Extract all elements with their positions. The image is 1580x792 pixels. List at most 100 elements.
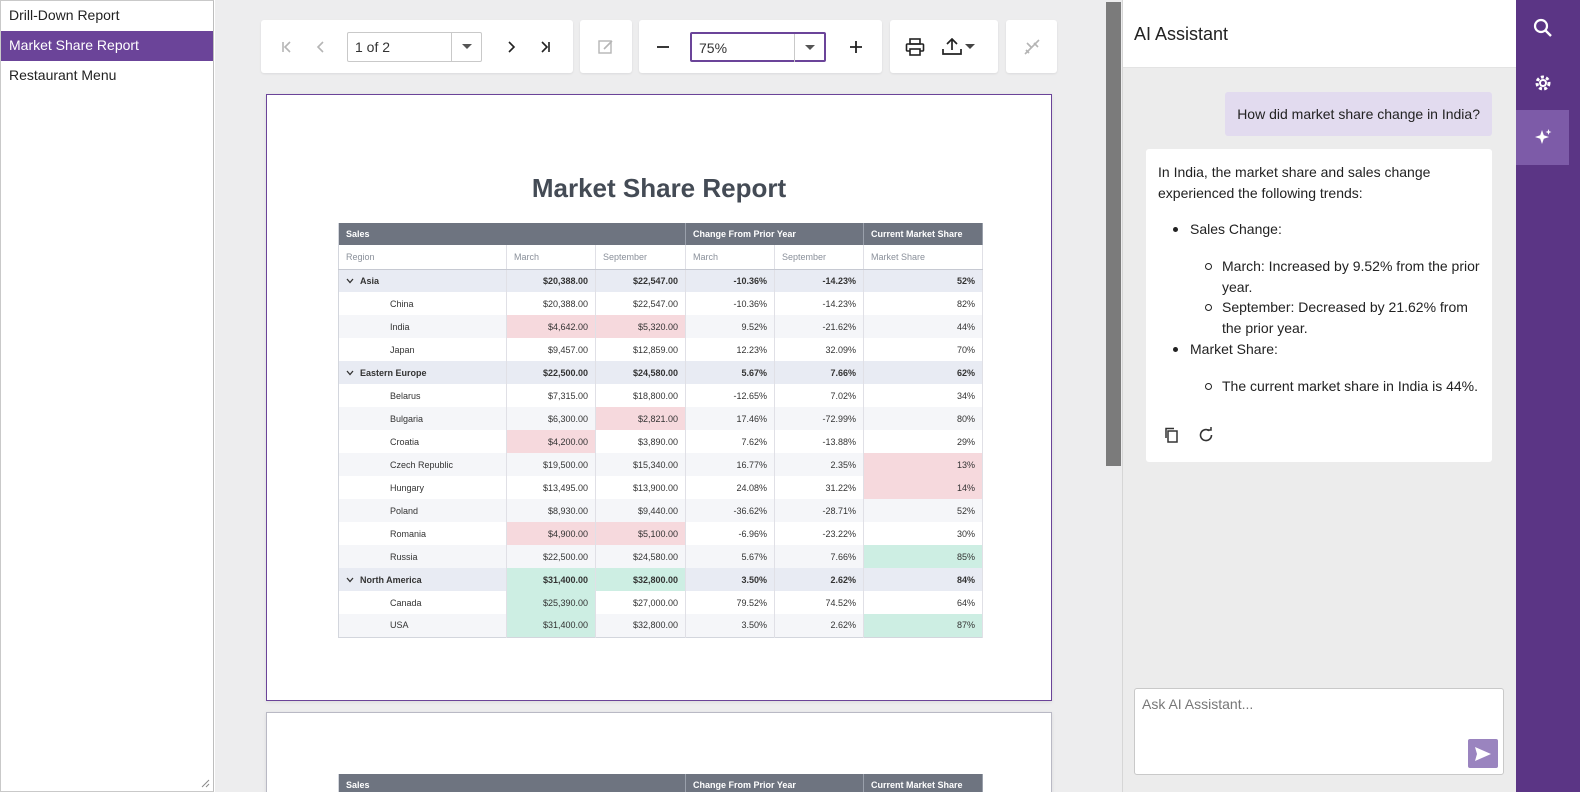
- country-name: Japan: [338, 338, 507, 361]
- cell-march: $7,315.00: [506, 384, 596, 407]
- viewer-scrollbar-thumb[interactable]: [1106, 2, 1121, 466]
- edit-fields-button[interactable]: [592, 33, 620, 61]
- table-row: Belarus $7,315.00 $18,800.00 -12.65% 7.02% 34…: [338, 384, 983, 407]
- chevron-down-icon[interactable]: [346, 575, 360, 585]
- cell-chg-march: 5.67%: [685, 545, 775, 568]
- last-page-button[interactable]: [531, 33, 559, 61]
- search-tab-button[interactable]: [1516, 0, 1569, 55]
- country-name: Romania: [338, 522, 507, 545]
- chevron-down-icon[interactable]: [346, 276, 360, 286]
- cell-september: $32,800.00: [595, 614, 686, 637]
- highlight-editing-fields-button[interactable]: [1018, 33, 1046, 61]
- page-selector[interactable]: 1 of 2: [347, 32, 482, 62]
- cell-march: $22,500.00: [506, 545, 596, 568]
- cell-chg-september: -72.99%: [774, 407, 864, 430]
- group-header-change: Change From Prior Year: [685, 223, 864, 245]
- cell-chg-march: -6.96%: [685, 522, 775, 545]
- export-button[interactable]: [934, 33, 984, 61]
- gear-icon: [1535, 75, 1550, 90]
- country-name: Russia: [338, 545, 507, 568]
- refresh-icon: [1199, 427, 1213, 442]
- column-header-region: Region: [338, 245, 507, 270]
- cell-march: $31,400.00: [506, 568, 596, 591]
- cell-chg-september: 74.52%: [774, 591, 864, 614]
- column-header-change-march: March: [685, 245, 775, 270]
- chat-input[interactable]: [1135, 689, 1503, 774]
- market-share-table: Sales Change From Prior Year Current Mar…: [338, 223, 983, 638]
- zoom-in-button[interactable]: [842, 33, 870, 61]
- group-header-sales: Sales: [338, 774, 686, 792]
- report-item-restaurant-menu[interactable]: Restaurant Menu: [1, 61, 213, 91]
- zoom-dropdown-button[interactable]: [794, 34, 824, 62]
- cell-march: $19,500.00: [506, 453, 596, 476]
- zoom-selector[interactable]: 75%: [690, 32, 826, 62]
- print-button[interactable]: [901, 33, 929, 61]
- cell-chg-september: 7.02%: [774, 384, 864, 407]
- cell-september: $32,800.00: [595, 568, 686, 591]
- cell-chg-september: 31.22%: [774, 476, 864, 499]
- cell-share: 44%: [863, 315, 983, 338]
- report-page-2: Sales Change From Prior Year Current Mar…: [266, 712, 1052, 792]
- cell-september: $27,000.00: [595, 591, 686, 614]
- column-header-change-september: September: [774, 245, 864, 270]
- cell-chg-september: 7.66%: [774, 361, 864, 384]
- next-page-button[interactable]: [497, 33, 525, 61]
- cell-march: $4,900.00: [506, 522, 596, 545]
- cell-chg-september: -13.88%: [774, 430, 864, 453]
- viewer-scrollbar[interactable]: [1105, 0, 1122, 792]
- report-item-drill-down[interactable]: Drill-Down Report: [1, 1, 213, 31]
- regenerate-response-button[interactable]: [1197, 426, 1215, 444]
- copy-icon: [1165, 427, 1178, 443]
- page-selector-dropdown-button[interactable]: [451, 33, 481, 61]
- table-row: Romania $4,900.00 $5,100.00 -6.96% -23.22% 30…: [338, 522, 983, 545]
- send-button[interactable]: [1468, 739, 1498, 768]
- ai-assistant-title: AI Assistant: [1134, 24, 1229, 44]
- highlight-toolbar-group: [1006, 20, 1057, 73]
- user-message: How did market share change in India?: [1225, 92, 1492, 136]
- response-bullet-sales-march: March: Increased by 9.52% from the prior…: [1205, 256, 1482, 298]
- search-icon: [1533, 18, 1552, 37]
- zoom-value: 75%: [699, 40, 728, 56]
- response-bullet-market-share-value: The current market share in India is 44%…: [1205, 376, 1482, 397]
- table-row: Poland $8,930.00 $9,440.00 -36.62% -28.71% 52…: [338, 499, 983, 522]
- country-name: India: [338, 315, 507, 338]
- region-name-cell: North America: [338, 568, 507, 591]
- cell-september: $12,859.00: [595, 338, 686, 361]
- table-row: China $20,388.00 $22,547.00 -10.36% -14.23% 8…: [338, 292, 983, 315]
- ai-assistant-tab-button[interactable]: [1516, 110, 1569, 165]
- cell-chg-september: 2.35%: [774, 453, 864, 476]
- highlight-off-icon: [1024, 39, 1040, 55]
- table-row: Hungary $13,495.00 $13,900.00 24.08% 31.22% 1…: [338, 476, 983, 499]
- region-row[interactable]: North America $31,400.00 $32,800.00 3.50% 2.…: [338, 568, 983, 591]
- previous-page-button[interactable]: [307, 33, 335, 61]
- export-icon: [942, 38, 962, 55]
- cell-september: $2,821.00: [595, 407, 686, 430]
- cell-chg-september: -14.23%: [774, 292, 864, 315]
- table-row: Croatia $4,200.00 $3,890.00 7.62% -13.88% 29%: [338, 430, 983, 453]
- table-row: Bulgaria $6,300.00 $2,821.00 17.46% -72.99% 8…: [338, 407, 983, 430]
- settings-tab-button[interactable]: [1516, 55, 1569, 110]
- cell-march: $20,388.00: [506, 292, 596, 315]
- resize-grip-icon[interactable]: [200, 778, 210, 788]
- cell-share: 82%: [863, 292, 983, 315]
- report-item-market-share[interactable]: Market Share Report: [1, 31, 213, 61]
- cell-chg-march: 7.62%: [685, 430, 775, 453]
- cell-chg-march: 79.52%: [685, 591, 775, 614]
- column-header-sales-march: March: [506, 245, 596, 270]
- region-name-cell: Eastern Europe: [338, 361, 507, 384]
- previous-page-icon: [316, 41, 324, 53]
- chevron-down-icon[interactable]: [346, 368, 360, 378]
- zoom-out-button[interactable]: [649, 33, 677, 61]
- region-row[interactable]: Eastern Europe $22,500.00 $24,580.00 5.67% 7…: [338, 361, 983, 384]
- region-row[interactable]: Asia $20,388.00 $22,547.00 -10.36% -14.23% 52…: [338, 269, 983, 292]
- copy-response-button[interactable]: [1163, 426, 1181, 444]
- cell-september: $24,580.00: [595, 545, 686, 568]
- first-page-button[interactable]: [273, 33, 301, 61]
- table-row: India $4,642.00 $5,320.00 9.52% -21.62% 44%: [338, 315, 983, 338]
- cell-chg-march: 16.77%: [685, 453, 775, 476]
- cell-share: 85%: [863, 545, 983, 568]
- table-group-header-row: Sales Change From Prior Year Current Mar…: [338, 774, 983, 792]
- cell-share: 13%: [863, 453, 983, 476]
- country-name: Canada: [338, 591, 507, 614]
- zoom-in-icon: [850, 41, 862, 53]
